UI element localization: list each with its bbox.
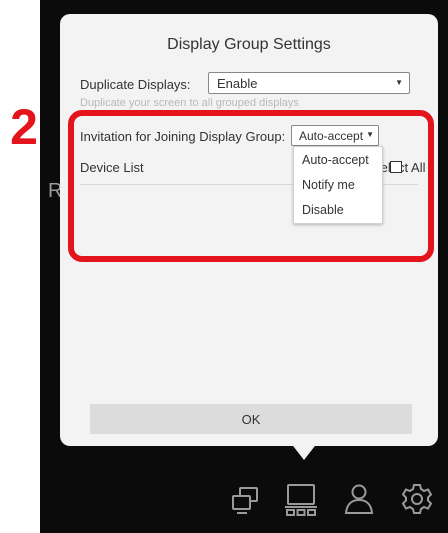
- duplicate-displays-select[interactable]: Enable ▼: [208, 72, 410, 94]
- user-icon[interactable]: [342, 482, 376, 521]
- highlight-annotation-box: [68, 110, 434, 262]
- duplicate-displays-label: Duplicate Displays:: [80, 77, 191, 92]
- duplicate-displays-hint: Duplicate your screen to all grouped dis…: [80, 97, 299, 109]
- ok-button[interactable]: OK: [90, 404, 412, 434]
- step-number-label: 2: [10, 99, 38, 155]
- dialog-pointer: [290, 442, 318, 460]
- dialog-title: Display Group Settings: [167, 36, 331, 53]
- settings-gear-icon[interactable]: [400, 482, 434, 521]
- display-group-icon[interactable]: [281, 482, 321, 523]
- duplicate-displays-value: Enable: [217, 76, 258, 91]
- screen-mirror-icon[interactable]: [228, 482, 262, 521]
- dropdown-caret-icon: ▼: [395, 78, 403, 87]
